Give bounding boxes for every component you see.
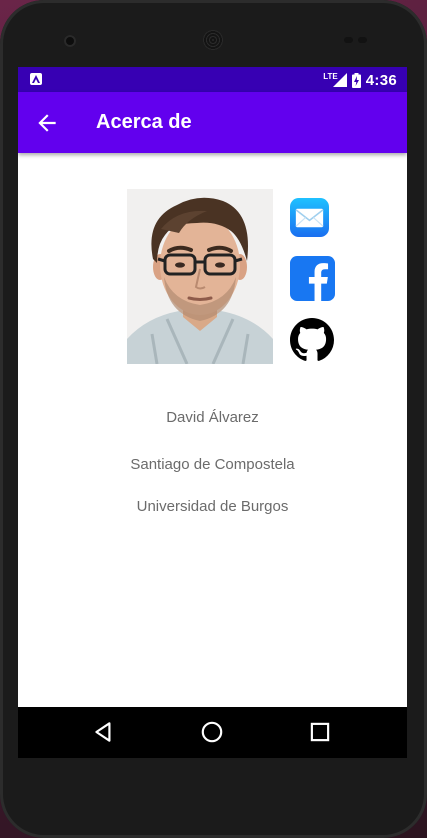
status-bar: LTE 4:36: [18, 67, 407, 92]
clock: 4:36: [365, 71, 397, 89]
city-text: Santiago de Compostela: [130, 456, 295, 473]
battery-icon: [351, 72, 361, 88]
screen: LTE 4:36 Acerca de David Álvarez Santiag…: [18, 67, 407, 758]
profile-photo: [127, 189, 273, 364]
earpiece-speaker: [203, 30, 223, 50]
front-camera: [64, 35, 76, 47]
light-sensor: [358, 37, 367, 43]
triangle-back-icon[interactable]: [91, 719, 117, 745]
page-title: Acerca de: [96, 111, 192, 133]
android-studio-icon: [30, 73, 42, 85]
github-icon[interactable]: [290, 318, 334, 362]
facebook-icon[interactable]: [290, 256, 335, 301]
signal-icon: [332, 73, 347, 87]
app-bar: Acerca de: [18, 92, 407, 153]
circle-home-icon[interactable]: [199, 719, 225, 745]
university-text: Universidad de Burgos: [136, 498, 289, 515]
name-text: David Álvarez: [166, 409, 259, 426]
proximity-sensor: [344, 37, 353, 43]
navigation-bar: [18, 707, 407, 758]
phone-frame: LTE 4:36 Acerca de David Álvarez Santiag…: [0, 0, 427, 838]
mail-icon[interactable]: [290, 198, 329, 237]
square-recents-icon[interactable]: [307, 719, 333, 745]
arrow-back-icon[interactable]: [34, 110, 60, 136]
